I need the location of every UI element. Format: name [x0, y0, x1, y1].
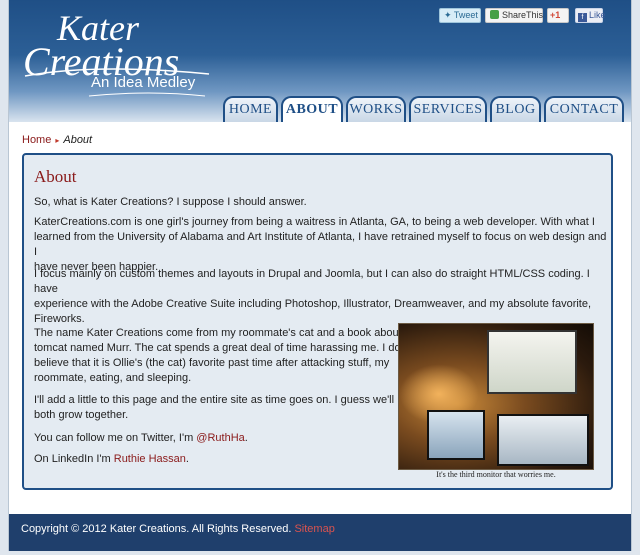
journey-line: learned from the University of Alabama a… — [34, 231, 607, 258]
google-plus-one-button[interactable]: +1 — [547, 8, 569, 23]
like-label: Like — [589, 10, 606, 20]
skills-line: I focus mainly on custom themes and layo… — [34, 268, 590, 295]
journey-paragraph: KaterCreations.com is one girl's journey… — [34, 215, 611, 275]
sitemap-link[interactable]: Sitemap — [294, 523, 334, 535]
skills-line: experience with the Adobe Creative Suite… — [34, 298, 592, 310]
breadcrumb: Home ▸ About — [22, 134, 92, 146]
monitor-right — [497, 414, 589, 466]
breadcrumb-current: About — [63, 134, 93, 146]
photo-caption: It's the third monitor that worries me. — [436, 470, 556, 479]
nav-tab-about[interactable]: ABOUT — [281, 96, 343, 122]
monitor-left — [427, 410, 485, 460]
journey-line: KaterCreations.com is one girl's journey… — [34, 216, 595, 228]
sharethis-icon — [490, 10, 499, 19]
twitter-bird-icon: ✦ — [444, 10, 452, 20]
page-frame: Kater Creations An Idea Medley ✦ Tweet S… — [8, 0, 632, 551]
monitor-top — [487, 330, 577, 394]
nav-tab-blog[interactable]: BLOG — [490, 96, 541, 122]
facebook-like-button[interactable]: f Like — [575, 8, 606, 23]
name-origin-line: The name Kater Creations come from my ro… — [34, 327, 411, 339]
linkedin-prefix: On LinkedIn I'm — [34, 453, 114, 465]
page-title: About — [34, 167, 77, 186]
growth-line: I'll add a little to this page and the e… — [34, 394, 395, 406]
twitter-suffix: . — [244, 432, 248, 444]
sharethis-label: ShareThis — [502, 10, 544, 20]
nav-tab-services[interactable]: SERVICES — [409, 96, 487, 122]
tweet-button[interactable]: ✦ Tweet — [439, 8, 481, 23]
breadcrumb-arrow-icon: ▸ — [55, 136, 60, 145]
footer-text: Copyright © 2012 Kater Creations. All Ri… — [21, 523, 335, 535]
facebook-icon: f — [578, 13, 587, 22]
twitter-handle-link[interactable]: @RuthHa — [196, 432, 244, 444]
nav-tab-label: CONTACT — [549, 102, 619, 117]
site-tagline: An Idea Medley — [91, 74, 196, 91]
sharethis-button[interactable]: ShareThis — [485, 8, 543, 23]
cat-monitor-photo — [398, 323, 594, 470]
nav-tab-home[interactable]: HOME — [223, 96, 278, 122]
nav-tab-contact[interactable]: CONTACT — [544, 96, 624, 122]
copyright-text: Copyright © 2012 Kater Creations. All Ri… — [21, 523, 292, 535]
google-plus-label: +1 — [550, 10, 561, 20]
nav-tab-label: HOME — [228, 102, 273, 117]
skills-paragraph: I focus mainly on custom themes and layo… — [34, 267, 611, 327]
name-origin-line: tomcat named Murr. The cat spends a grea… — [34, 342, 401, 354]
nav-tab-label: SERVICES — [413, 102, 483, 117]
growth-line: both grow together. — [34, 409, 129, 421]
intro-paragraph: So, what is Kater Creations? I suppose I… — [34, 196, 307, 208]
linkedin-suffix: . — [185, 453, 189, 465]
site-logo[interactable]: Kater Creations An Idea Medley — [19, 6, 219, 97]
twitter-paragraph: You can follow me on Twitter, I'm @RuthH… — [34, 431, 248, 446]
twitter-prefix: You can follow me on Twitter, I'm — [34, 432, 197, 444]
growth-paragraph: I'll add a little to this page and the e… — [34, 393, 394, 423]
name-origin-line: believe that it is Ollie's (the cat) fav… — [34, 357, 390, 369]
breadcrumb-home-link[interactable]: Home — [22, 134, 51, 146]
nav-tab-label: ABOUT — [285, 102, 339, 117]
tweet-label: Tweet — [453, 10, 478, 20]
nav-tab-label: WORKS — [349, 102, 403, 117]
site-footer: Copyright © 2012 Kater Creations. All Ri… — [9, 514, 631, 551]
nav-tab-works[interactable]: WORKS — [346, 96, 406, 122]
name-origin-paragraph: The name Kater Creations come from my ro… — [34, 326, 411, 386]
linkedin-link[interactable]: Ruthie Hassan — [114, 453, 186, 465]
nav-tab-label: BLOG — [495, 102, 536, 117]
linkedin-paragraph: On LinkedIn I'm Ruthie Hassan. — [34, 452, 189, 467]
content-box: About So, what is Kater Creations? I sup… — [22, 153, 613, 490]
site-header: Kater Creations An Idea Medley ✦ Tweet S… — [9, 0, 631, 122]
name-origin-line: roommate, eating, and sleeping. — [34, 372, 192, 384]
